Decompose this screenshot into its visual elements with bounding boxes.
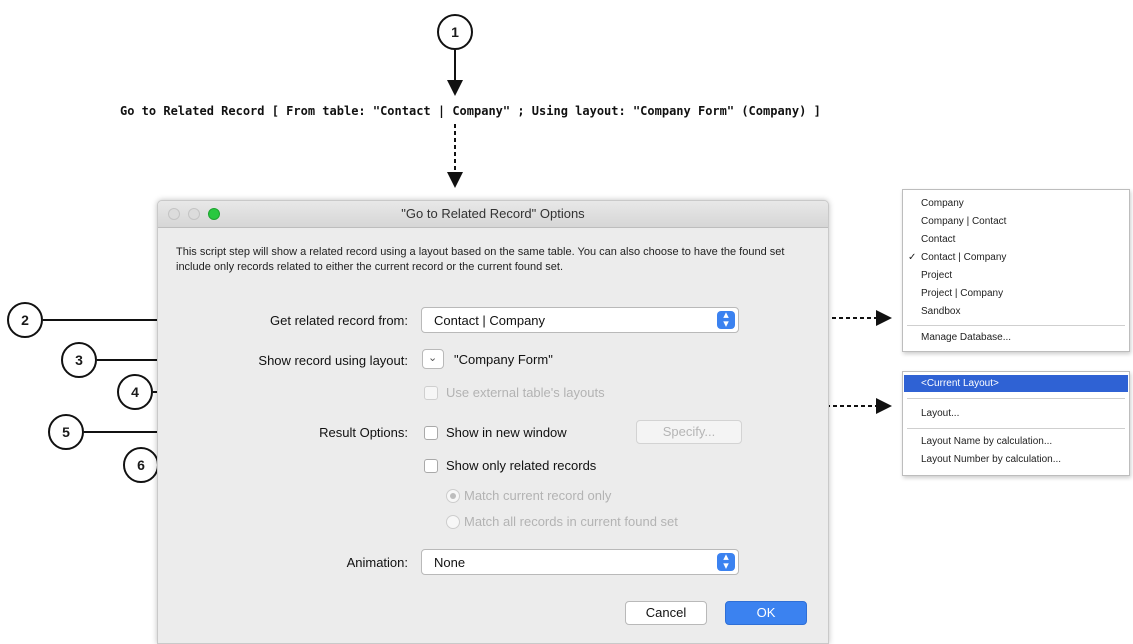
menu-item[interactable]: Sandbox [921, 306, 960, 317]
callout-3: 3 [61, 342, 97, 378]
updown-chevron-icon: ▴ ▾ [717, 552, 735, 572]
specify-button[interactable]: Specify... [636, 420, 742, 444]
layout-by-number-item[interactable]: Layout Number by calculation... [921, 454, 1061, 465]
dialog-titlebar: "Go to Related Record" Options [158, 201, 828, 228]
options-dialog: "Go to Related Record" Options This scri… [157, 200, 829, 644]
only-related-checkbox[interactable] [424, 459, 438, 473]
callout-6: 6 [123, 447, 159, 483]
dialog-description: This script step will show a related rec… [176, 246, 785, 273]
only-related-label: Show only related records [446, 458, 597, 473]
callout-5: 5 [48, 414, 84, 450]
table-occurrence-popup[interactable]: Contact | Company ▴ ▾ [421, 307, 739, 333]
menu-item[interactable]: Project [921, 270, 952, 281]
script-step-text: Go to Related Record [ From table: "Cont… [120, 104, 821, 118]
show-layout-label: Show record using layout: [258, 353, 408, 368]
animation-label: Animation: [346, 555, 408, 570]
checkmark-icon: ✓ [908, 252, 917, 263]
menu-item[interactable]: Company | Contact [921, 216, 1006, 227]
layout-item[interactable]: Layout... [921, 408, 959, 419]
layout-dropdown-button[interactable]: ⌄ [422, 349, 444, 369]
updown-chevron-icon: ▴ ▾ [717, 310, 735, 330]
match-current-label: Match current record only [464, 488, 612, 503]
get-related-label: Get related record from: [270, 313, 408, 328]
menu-item[interactable]: Company [921, 198, 964, 209]
result-options-label: Result Options: [319, 425, 408, 440]
cancel-button[interactable]: Cancel [625, 601, 707, 625]
match-all-label: Match all records in current found set [464, 514, 678, 529]
manage-database-item[interactable]: Manage Database... [921, 332, 1011, 343]
layout-value: "Company Form" [454, 352, 553, 367]
current-layout-item[interactable]: <Current Layout> [921, 378, 999, 389]
table-occurrence-value: Contact | Company [434, 313, 546, 328]
dialog-title: "Go to Related Record" Options [401, 206, 585, 221]
new-window-label: Show in new window [446, 425, 567, 440]
callout-2: 2 [7, 302, 43, 338]
chevron-down-icon: ⌄ [428, 352, 438, 364]
menu-separator [907, 428, 1125, 429]
animation-popup[interactable]: None ▴ ▾ [421, 549, 739, 575]
menu-item-checked[interactable]: Contact | Company [921, 252, 1006, 263]
callout-1: 1 [437, 14, 473, 50]
animation-value: None [434, 555, 466, 570]
menu-item[interactable]: Contact [921, 234, 955, 245]
ok-button[interactable]: OK [725, 601, 807, 625]
menu-separator [907, 325, 1125, 326]
layout-menu: <Current Layout> Layout... Layout Name b… [902, 371, 1130, 476]
layout-by-name-item[interactable]: Layout Name by calculation... [921, 436, 1052, 447]
external-layouts-checkbox[interactable] [424, 386, 438, 400]
match-all-radio[interactable] [446, 515, 460, 529]
match-current-radio[interactable] [446, 489, 460, 503]
new-window-checkbox[interactable] [424, 426, 438, 440]
menu-separator [907, 398, 1125, 399]
table-occurrence-menu: Company Company | Contact Contact ✓ Cont… [902, 189, 1130, 352]
menu-item[interactable]: Project | Company [921, 288, 1003, 299]
callout-4: 4 [117, 374, 153, 410]
external-layouts-label: Use external table's layouts [446, 385, 605, 400]
